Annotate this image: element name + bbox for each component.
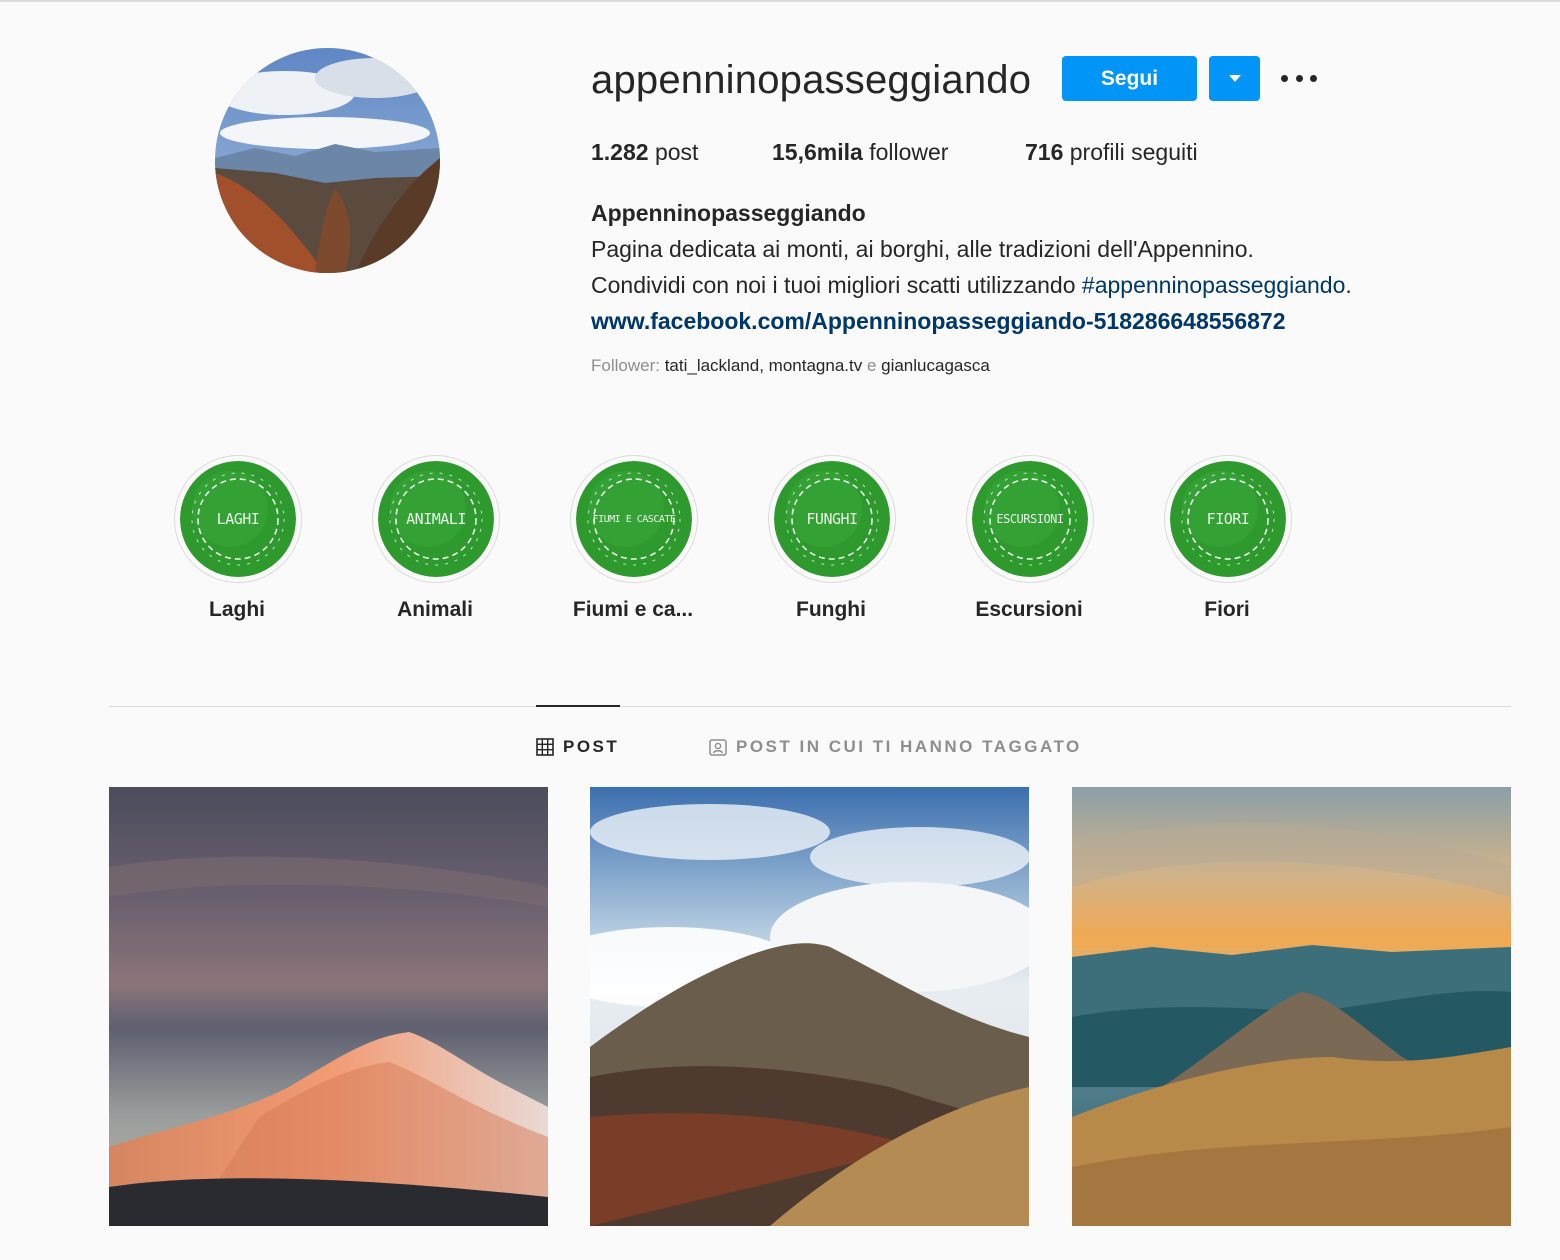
follow-button[interactable]: Segui [1062,56,1197,101]
tabs-divider [109,706,1511,707]
highlight-ring: ANIMALI [372,455,500,583]
bio-external-link[interactable]: www.facebook.com/Appenninopasseggiando-5… [591,303,1491,339]
follower-user-link[interactable]: montagna.tv [769,356,863,375]
highlight-label: Animali [397,598,473,621]
caret-down-icon [1228,75,1241,82]
stat-count: 716 [1025,139,1064,165]
post-thumbnail[interactable] [109,787,548,1226]
highlight-cover: ANIMALI [378,461,494,577]
more-dot [1310,74,1317,82]
profile-avatar[interactable] [215,48,440,273]
highlight-cover-text: ANIMALI [406,510,466,528]
stat-count: 1.282 [591,139,649,165]
more-dots-icon [1281,74,1288,82]
more-dot [1295,74,1303,82]
highlight-label: Laghi [209,598,265,621]
highlight-cover-text: FUNGHI [806,510,858,528]
highlight-cover: FIORI [1170,461,1286,577]
separator: , [759,356,769,375]
bio-text: . [1345,272,1352,298]
tagged-icon [709,739,727,756]
highlight-cover: FIUMI E CASCATE [576,461,692,577]
highlight-cover-text: LAGHI [216,510,260,528]
highlight-cover: FUNGHI [774,461,890,577]
stat-label: post [654,139,699,165]
highlight-cover: LAGHI [180,461,296,577]
profile-username: appenninopasseggiando [591,58,1032,102]
highlight-label: Fiumi e ca... [572,598,694,621]
post-thumbnail[interactable] [1072,787,1511,1226]
stat-count: 15,6mila [772,139,863,165]
stat-followers[interactable]: 15,6mila follower [772,136,948,168]
post-image-clouds-ridge [590,787,1029,1226]
follower-user-link[interactable]: tati_lackland [665,356,760,375]
highlight-ring: FIUMI E CASCATE [570,455,698,583]
post-thumbnail[interactable] [590,787,1029,1226]
grid-icon [536,738,554,756]
highlight-ring: FIORI [1164,455,1292,583]
tab-posts[interactable]: POST [536,737,619,757]
bio-name: Appenninopasseggiando [591,200,866,226]
highlight-ring: LAGHI [174,455,302,583]
highlight-label: Escursioni [975,598,1083,621]
active-tab-indicator [536,705,620,707]
highlight-cover-text: ESCURSIONI [996,512,1064,526]
highlight-cover-text: FIUMI E CASCATE [592,513,676,525]
stat-following[interactable]: 716 profili seguiti [1025,136,1198,168]
top-border [0,0,1560,2]
stat-posts: 1.282 post [591,136,698,168]
bio-text: Condividi con noi i tuoi migliori scatti… [591,272,1082,298]
bio-line: Pagina dedicata ai monti, ai borghi, all… [591,236,1254,262]
avatar-image [215,48,440,273]
post-image-sunset-ridge [1072,787,1511,1226]
profile-bio: Appenninopasseggiando Pagina dedicata ai… [591,195,1491,339]
followed-by[interactable]: Follower: tati_lackland, montagna.tv e g… [591,356,990,376]
tab-tagged[interactable]: POST IN CUI TI HANNO TAGGATO [709,737,1082,757]
highlight-label: Funghi [796,598,866,621]
stat-label: profili seguiti [1069,139,1198,165]
bio-hashtag-link[interactable]: #appenninopasseggiando [1082,272,1345,298]
highlight-cover-text: FIORI [1206,510,1250,528]
tab-label: POST IN CUI TI HANNO TAGGATO [736,737,1082,756]
highlight-ring: FUNGHI [768,455,896,583]
conjunction: e [862,356,882,375]
followed-by-prefix: Follower: [591,356,665,375]
bio-line: Condividi con noi i tuoi migliori scatti… [591,267,1491,303]
follower-user-link[interactable]: gianlucagasca [881,356,990,375]
highlight-ring: ESCURSIONI [966,455,1094,583]
more-options-button[interactable] [1281,66,1317,90]
suggested-dropdown-button[interactable] [1209,56,1260,101]
tab-label: POST [563,737,620,756]
post-image-snowy-peak [109,787,548,1226]
highlight-label: Fiori [1204,598,1250,621]
stat-label: follower [869,139,949,165]
highlight-cover: ESCURSIONI [972,461,1088,577]
